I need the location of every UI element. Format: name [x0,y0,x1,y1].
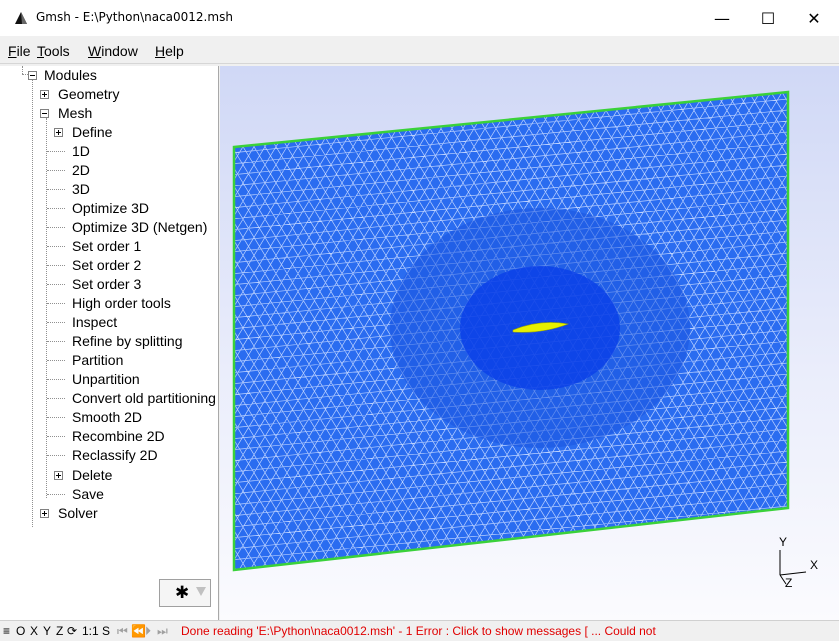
view-x-button[interactable]: X [30,621,38,641]
expand-icon[interactable] [54,471,63,480]
tree-node-mesh-item[interactable]: Recombine 2D [72,427,218,446]
tree-node-mesh-item[interactable]: 3D [72,180,218,199]
tree-line [47,151,65,152]
tree-line [47,246,65,247]
tree-line [47,227,65,228]
tree-node-mesh-item[interactable]: 1D [72,142,218,161]
tree-node-geometry[interactable]: Geometry [40,85,218,104]
anim-last-icon[interactable]: ⏭ [157,621,168,641]
tree-node-mesh-item[interactable]: Unpartition [72,370,218,389]
gmsh-window: Gmsh - E:\Python\naca0012.msh — ☐ ✕ File… [0,0,839,641]
menu-tools-rest: ools [44,43,70,59]
gmsh-app-icon [15,12,27,24]
tree-line [47,417,65,418]
window-title: Gmsh - E:\Python\naca0012.msh [36,10,233,24]
tree-node-mesh[interactable]: Mesh [40,104,218,123]
collapse-icon[interactable] [28,71,37,80]
menu-tools[interactable]: Tools [37,43,70,59]
tree-line [47,341,65,342]
tree-line [47,455,65,456]
options-button[interactable]: ✱ [159,579,211,607]
tree-line [47,208,65,209]
menu-help-rest: elp [165,43,184,59]
tree-node-modules[interactable]: Modules [28,66,218,85]
menu-bar: File Tools Window Help [0,36,839,64]
status-bar: ≡ O X Y Z ⟳ 1:1 S ⏮ ⏪ ⏵ ⏭ Done reading '… [0,620,839,641]
status-message[interactable]: Done reading 'E:\Python\naca0012.msh' - … [181,621,656,641]
tree-node-mesh-item[interactable]: Partition [72,351,218,370]
tree-node-define[interactable]: Define [54,123,218,142]
tree-line [47,265,65,266]
hamburger-icon[interactable]: ≡ [3,621,10,641]
mesh-view[interactable]: Y X Z [220,66,839,620]
tree-node-mesh-item[interactable]: Set order 3 [72,275,218,294]
axes-indicator: Y X Z [779,535,818,590]
tree-line [47,303,65,304]
tree-line [47,436,65,437]
anim-first-icon[interactable]: ⏮ [117,621,128,641]
expand-icon[interactable] [54,128,63,137]
maximize-button[interactable]: ☐ [745,0,791,36]
anim-prev-icon[interactable]: ⏪ [131,621,146,641]
tree-node-mesh-item[interactable]: Set order 1 [72,237,218,256]
expand-icon[interactable] [40,509,49,518]
tree-node-mesh-item[interactable]: Refine by splitting [72,332,218,351]
menu-window[interactable]: Window [88,43,138,59]
axis-z-label: Z [785,576,792,590]
tree-node-solver[interactable]: Solver [40,504,218,523]
close-button[interactable]: ✕ [791,0,837,36]
tree-node-mesh-item[interactable]: Inspect [72,313,218,332]
tree-line [47,360,65,361]
tree-node-delete[interactable]: Delete [54,466,218,485]
tree-line [47,284,65,285]
tree-line [46,118,47,498]
rotate-icon[interactable]: ⟳ [67,621,77,641]
collapse-icon[interactable] [40,109,49,118]
tree-node-mesh-item[interactable]: Optimize 3D [72,199,218,218]
tree-node-mesh-item[interactable]: Optimize 3D (Netgen) [72,218,218,237]
tree-line [32,80,33,527]
axis-y-label: Y [779,535,787,549]
minimize-button[interactable]: — [699,0,745,36]
gear-icon: ✱ [175,583,190,602]
tree-node-mesh-item[interactable]: High order tools [72,294,218,313]
s-button[interactable]: S [102,621,110,641]
tree-node-mesh-item[interactable]: Reclassify 2D [72,446,218,465]
dropdown-arrow-icon [196,587,206,596]
menu-file-rest: ile [16,43,31,59]
menu-file[interactable]: File [8,43,31,59]
tree-line [22,66,23,74]
tree-line [47,494,65,495]
title-bar: Gmsh - E:\Python\naca0012.msh — ☐ ✕ [0,0,839,36]
tree-node-mesh-item[interactable]: Set order 2 [72,256,218,275]
graphics-window[interactable]: Y X Z [220,66,839,620]
anim-play-icon[interactable]: ⏵ [145,621,151,641]
tree-line [47,322,65,323]
tree-line [47,398,65,399]
tree-line [47,379,65,380]
tree-line [47,189,65,190]
view-y-button[interactable]: Y [43,621,51,641]
axis-x-label: X [810,558,818,572]
menu-help[interactable]: Help [155,43,184,59]
module-tree[interactable]: Modules Geometry Mesh Define Delete Save… [0,66,219,620]
expand-icon[interactable] [40,90,49,99]
view-z-button[interactable]: Z [56,621,63,641]
tree-node-mesh-item[interactable]: Smooth 2D [72,408,218,427]
scale-button[interactable]: 1:1 [82,621,99,641]
tree-node-mesh-item[interactable]: Convert old partitioning [72,389,218,408]
tree-node-mesh-item[interactable]: 2D [72,161,218,180]
tree-line [47,170,65,171]
view-o-button[interactable]: O [16,621,25,641]
tree-node-save[interactable]: Save [72,485,218,504]
menu-window-rest: indow [101,43,138,59]
